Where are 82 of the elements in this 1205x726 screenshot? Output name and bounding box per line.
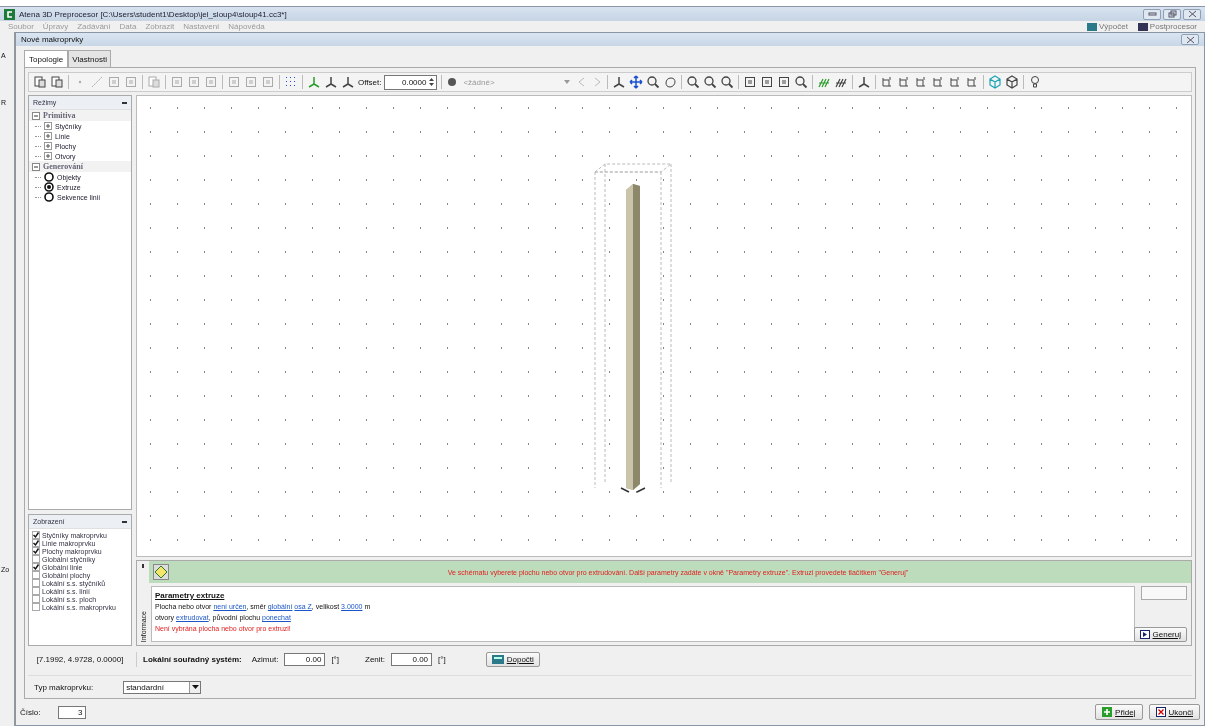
axes-icon[interactable] (857, 75, 872, 89)
field-label: Typ makroprvku: (34, 682, 94, 692)
checkbox[interactable] (32, 531, 40, 539)
azimut-field[interactable]: 0.00 (284, 652, 326, 666)
zoom-icon[interactable] (794, 75, 809, 89)
radio-button[interactable] (44, 182, 54, 192)
zoom-icon[interactable] (703, 75, 718, 89)
axes-icon[interactable] (612, 75, 627, 89)
add-button[interactable]: Přidej (1095, 704, 1143, 720)
unit-label: [°] (331, 654, 340, 664)
checkbox[interactable] (32, 587, 40, 595)
offset-label: Offset: (358, 77, 382, 87)
axes-icon[interactable] (324, 75, 338, 89)
tab[interactable]: Vlastnosti (68, 50, 111, 67)
radio-button[interactable] (44, 192, 54, 202)
close-icon (1185, 35, 1195, 44)
cube-icon[interactable] (1005, 75, 1020, 89)
number-field[interactable]: 3 (58, 705, 87, 719)
close-button[interactable]: Ukonči (1148, 704, 1200, 720)
collapse-icon[interactable] (122, 101, 127, 104)
spinner-icon (428, 76, 436, 88)
close-icon (1155, 707, 1166, 717)
square-icon[interactable] (760, 75, 775, 89)
toolbar-link[interactable]: Výpočet (1086, 22, 1128, 31)
zoom-icon[interactable] (646, 75, 661, 89)
restore-icon (1167, 10, 1177, 18)
dialog-title: Nové makroprvky (21, 35, 84, 44)
type-dropdown[interactable]: standardní (123, 680, 202, 694)
checkbox[interactable] (32, 555, 40, 563)
field-label: Zenit: (365, 654, 386, 664)
move-icon[interactable] (629, 75, 644, 89)
close-icon (1187, 10, 1197, 18)
expand-box-icon[interactable] (44, 132, 52, 140)
field-label: Azimut: (251, 654, 279, 664)
window-title: Atena 3D Preprocesor [C:\Users\student1\Desktop\jel_sloup4\sloup41.cc3*] (19, 9, 287, 19)
expand-box-icon[interactable] (44, 122, 52, 130)
generate-button[interactable]: Generuj (1133, 627, 1187, 642)
app-logo-icon (4, 8, 15, 20)
collapse-icon[interactable] (122, 520, 127, 523)
minimize-icon (1147, 11, 1157, 17)
plus-icon (1102, 707, 1113, 717)
doc-icon[interactable] (50, 75, 64, 89)
close-button[interactable] (1183, 8, 1201, 20)
zoom-icon[interactable] (686, 75, 701, 89)
unit-label: [°] (438, 654, 446, 664)
checkbox[interactable] (32, 547, 40, 555)
calculator-icon (1086, 22, 1097, 31)
caret-icon (563, 79, 572, 85)
doc-icon[interactable] (33, 75, 47, 89)
zenit-field[interactable]: 0.00 (391, 652, 433, 666)
field-label: Číslo: (20, 707, 41, 717)
tab[interactable]: Topologie (24, 50, 69, 68)
offset-field[interactable]: 0.0000 (384, 74, 438, 90)
dots-icon[interactable] (284, 75, 298, 89)
caret-icon (191, 685, 199, 689)
circle-icon (446, 76, 459, 88)
section-label: Lokální souřadný systém: (143, 654, 242, 664)
cursor-coordinates: [7.1992, 4.9728, 0.0000] (35, 654, 125, 664)
square-icon[interactable] (777, 75, 792, 89)
checkbox[interactable] (32, 603, 40, 611)
compute-button[interactable]: Dopočti (485, 651, 540, 667)
axes-icon[interactable] (341, 75, 355, 89)
close-button[interactable] (1181, 34, 1199, 45)
zoom-icon[interactable] (720, 75, 735, 89)
checkbox[interactable] (32, 571, 40, 579)
radio-button[interactable] (44, 172, 54, 182)
checkbox[interactable] (32, 563, 40, 571)
checkbox[interactable] (32, 579, 40, 587)
calculator-icon (491, 654, 504, 664)
restore-button[interactable] (1163, 8, 1181, 20)
checkbox[interactable] (32, 539, 40, 547)
square-icon[interactable] (743, 75, 758, 89)
expand-box-icon[interactable] (44, 152, 52, 160)
preview-box (1141, 586, 1187, 600)
parameters-heading: Parametry extruze (155, 590, 226, 601)
expand-box-icon[interactable] (44, 142, 52, 150)
play-icon (1139, 630, 1150, 639)
checkbox[interactable] (32, 595, 40, 603)
toolbar-link[interactable]: Postprocesor (1137, 22, 1197, 31)
collapse-box-icon[interactable] (32, 111, 40, 120)
diamond-icon (153, 564, 169, 580)
collapse-box-icon[interactable] (32, 162, 40, 171)
